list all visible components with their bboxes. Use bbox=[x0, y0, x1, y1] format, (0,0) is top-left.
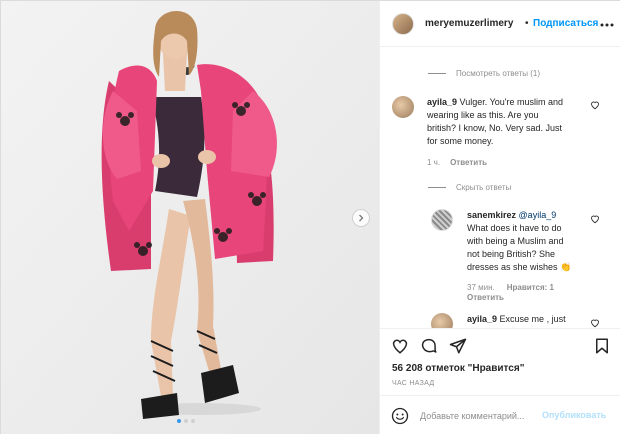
like-heart-icon[interactable] bbox=[391, 337, 409, 355]
commenter-avatar[interactable] bbox=[392, 96, 414, 118]
reply-line: What does it have to do bbox=[467, 223, 562, 233]
divider-line bbox=[428, 187, 446, 188]
publish-comment-button[interactable]: Опубликовать bbox=[542, 410, 606, 420]
reply-button[interactable]: Ответить bbox=[467, 293, 504, 302]
hide-replies-toggle[interactable]: Скрыть ответы bbox=[428, 183, 511, 192]
likes-count[interactable]: 56 208 отметок "Нравится" bbox=[392, 363, 524, 374]
carousel-dot bbox=[191, 419, 195, 423]
view-replies-toggle[interactable]: Посмотреть ответы (1) bbox=[428, 69, 540, 78]
next-slide-button[interactable] bbox=[352, 209, 370, 227]
more-options-button[interactable] bbox=[600, 14, 614, 30]
comment-line: Vulger. You're muslim and bbox=[459, 97, 563, 107]
post-modal: meryemuzerlimery • Подписаться Посмотрет… bbox=[0, 0, 620, 434]
more-dots-icon bbox=[600, 23, 614, 27]
carousel-dot bbox=[177, 419, 181, 423]
author-avatar[interactable] bbox=[392, 13, 414, 35]
reply-meta: 37 мин. Нравится: 1 bbox=[467, 283, 554, 292]
comment-line: wearing like as this. Are you bbox=[427, 110, 539, 120]
reply-likes-count[interactable]: Нравится: 1 bbox=[507, 283, 554, 292]
post-header: meryemuzerlimery • Подписаться bbox=[380, 1, 620, 47]
commenter-username[interactable]: ayila_9 bbox=[467, 314, 497, 324]
separator-bullet: • bbox=[525, 18, 529, 29]
comment-time: 1 ч. bbox=[427, 158, 441, 167]
like-reply-heart-icon[interactable] bbox=[590, 214, 600, 224]
reply-body: sanemkirez @ayila_9 What does it have to… bbox=[467, 209, 591, 274]
reply-username[interactable]: sanemkirez bbox=[467, 210, 516, 220]
reply-line: with being a Muslim and bbox=[467, 236, 564, 246]
post-photo bbox=[1, 1, 379, 434]
comment-body: ayila_9 Vulger. You're muslim and wearin… bbox=[427, 96, 587, 148]
post-actions: 56 208 отметок "Нравится" ЧАС НАЗАД Опуб… bbox=[380, 328, 620, 434]
reply-mention[interactable]: @ayila_9 bbox=[519, 210, 557, 220]
reply-meta-row2: Ответить bbox=[467, 293, 504, 302]
like-comment-heart-icon[interactable] bbox=[590, 318, 600, 328]
reply-avatar[interactable] bbox=[431, 209, 453, 231]
comment-line: for some money. bbox=[427, 136, 494, 146]
emoji-smile-icon[interactable] bbox=[391, 407, 409, 425]
hide-replies-label: Скрыть ответы bbox=[456, 183, 512, 192]
photo-illustration bbox=[1, 1, 379, 434]
comments-list: Посмотреть ответы (1) ayila_9 Vulger. Yo… bbox=[380, 48, 620, 328]
reply-time: 37 мин. bbox=[467, 283, 495, 292]
post-timestamp[interactable]: ЧАС НАЗАД bbox=[392, 380, 434, 387]
divider-line bbox=[428, 73, 446, 74]
reply-button[interactable]: Ответить bbox=[450, 158, 487, 167]
view-replies-label: Посмотреть ответы (1) bbox=[456, 69, 541, 78]
author-username[interactable]: meryemuzerlimery bbox=[425, 18, 513, 29]
comment-bubble-icon[interactable] bbox=[420, 337, 438, 355]
share-paper-plane-icon[interactable] bbox=[449, 337, 467, 355]
like-comment-heart-icon[interactable] bbox=[590, 100, 600, 110]
carousel-indicator bbox=[177, 419, 195, 423]
comment-input[interactable] bbox=[420, 409, 538, 423]
add-comment-bar: Опубликовать bbox=[380, 395, 620, 434]
commenter-username[interactable]: ayila_9 bbox=[427, 97, 457, 107]
comment-body: ayila_9 Excuse me , just bbox=[467, 313, 591, 326]
commenter-avatar[interactable] bbox=[431, 313, 453, 328]
bookmark-icon[interactable] bbox=[593, 337, 611, 355]
comment-line: Excuse me , just bbox=[499, 314, 566, 324]
carousel-dot bbox=[184, 419, 188, 423]
comment-line: british? I know, No. Very sad. Just bbox=[427, 123, 563, 133]
reply-line: not being British? She bbox=[467, 249, 556, 259]
comment-meta: 1 ч. Ответить bbox=[427, 158, 487, 167]
post-side-panel: meryemuzerlimery • Подписаться Посмотрет… bbox=[379, 1, 620, 434]
reply-line: dresses as she wishes 👏 bbox=[467, 262, 572, 272]
chevron-right-icon bbox=[359, 214, 364, 222]
follow-button[interactable]: Подписаться bbox=[533, 18, 598, 29]
